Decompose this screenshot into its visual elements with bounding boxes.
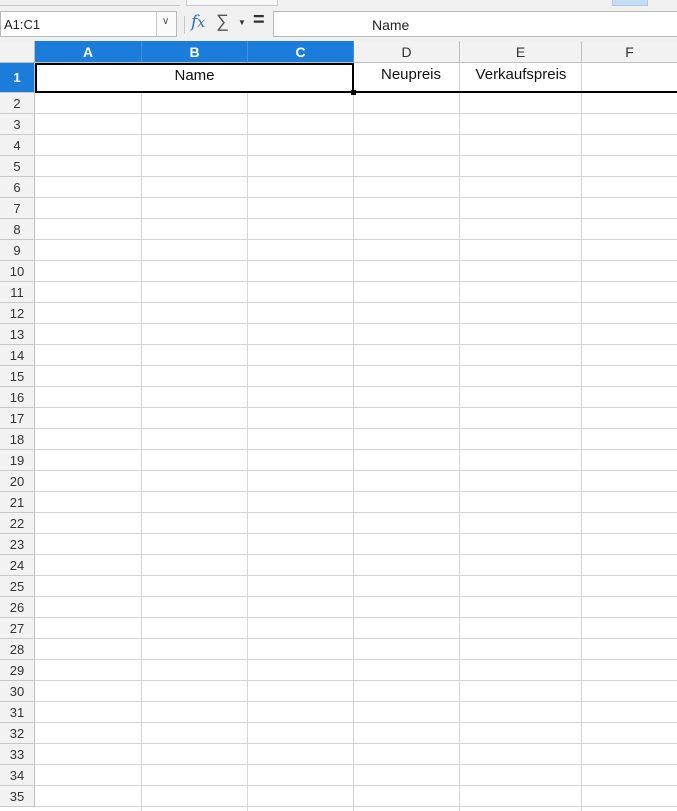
row-header-6[interactable]: 6 bbox=[0, 177, 35, 198]
row-header-30[interactable]: 30 bbox=[0, 681, 35, 702]
sum-dropdown-icon[interactable]: ▼ bbox=[238, 18, 246, 27]
row-header-25[interactable]: 25 bbox=[0, 576, 35, 597]
cell-a1-value: Name bbox=[174, 67, 215, 84]
row-header-33[interactable]: 33 bbox=[0, 744, 35, 765]
row-header-29[interactable]: 29 bbox=[0, 660, 35, 681]
row1-bottom-border bbox=[354, 91, 677, 93]
row-header-3[interactable]: 3 bbox=[0, 114, 35, 135]
column-header-a[interactable]: A bbox=[35, 41, 142, 63]
toolbar-remnant-mid bbox=[186, 0, 278, 6]
column-gridline bbox=[141, 63, 142, 811]
row-header-8[interactable]: 8 bbox=[0, 219, 35, 240]
formula-bar-separator bbox=[184, 16, 185, 34]
column-gridline bbox=[459, 63, 460, 811]
cell-a1-c1-merged[interactable]: Name bbox=[35, 63, 354, 93]
spreadsheet-grid[interactable]: A B C D E F 1 2 3 4 5 6 7 8 9 10 11 12 13 14 15 16 17 18 1… bbox=[0, 41, 677, 811]
cell-d1[interactable]: Neupreis bbox=[354, 63, 468, 93]
row-header-12[interactable]: 12 bbox=[0, 303, 35, 324]
row-header-16[interactable]: 16 bbox=[0, 387, 35, 408]
row-header-13[interactable]: 13 bbox=[0, 324, 35, 345]
row-header-35[interactable]: 35 bbox=[0, 786, 35, 807]
column-gridline bbox=[581, 63, 582, 811]
cell-e1[interactable]: Verkaufspreis bbox=[460, 63, 582, 93]
row-header-21[interactable]: 21 bbox=[0, 492, 35, 513]
row-header-27[interactable]: 27 bbox=[0, 618, 35, 639]
row-header-20[interactable]: 20 bbox=[0, 471, 35, 492]
column-gridline bbox=[247, 63, 248, 811]
formula-bar: A1:C1 ∨ fx ∑ ▼ = Name bbox=[0, 8, 677, 42]
row-header-17[interactable]: 17 bbox=[0, 408, 35, 429]
row-header-14[interactable]: 14 bbox=[0, 345, 35, 366]
formula-equals-button[interactable]: = bbox=[253, 9, 265, 32]
toolbar-remnant-active bbox=[612, 0, 648, 6]
row-header-31[interactable]: 31 bbox=[0, 702, 35, 723]
row-header-5[interactable]: 5 bbox=[0, 156, 35, 177]
row-header-26[interactable]: 26 bbox=[0, 597, 35, 618]
row-header-1[interactable]: 1 bbox=[0, 63, 35, 93]
column-header-d[interactable]: D bbox=[354, 41, 460, 63]
row-header-32[interactable]: 32 bbox=[0, 723, 35, 744]
column-header-b[interactable]: B bbox=[142, 41, 248, 63]
row-header-19[interactable]: 19 bbox=[0, 450, 35, 471]
toolbar-remnant-left bbox=[0, 0, 180, 6]
row-header-7[interactable]: 7 bbox=[0, 198, 35, 219]
row-header-22[interactable]: 22 bbox=[0, 513, 35, 534]
row-header-2[interactable]: 2 bbox=[0, 93, 35, 114]
row-header-9[interactable]: 9 bbox=[0, 240, 35, 261]
chevron-down-icon: ∨ bbox=[162, 16, 170, 27]
select-all-corner[interactable] bbox=[0, 41, 35, 63]
column-header-e[interactable]: E bbox=[460, 41, 582, 63]
row-header-28[interactable]: 28 bbox=[0, 639, 35, 660]
row-header-18[interactable]: 18 bbox=[0, 429, 35, 450]
row-header-10[interactable]: 10 bbox=[0, 261, 35, 282]
row-header-11[interactable]: 11 bbox=[0, 282, 35, 303]
column-header-c[interactable]: C bbox=[248, 41, 354, 63]
function-wizard-icon[interactable]: fx bbox=[191, 12, 205, 32]
formula-input[interactable]: Name bbox=[273, 11, 677, 37]
name-box-dropdown-button[interactable]: ∨ bbox=[156, 12, 176, 36]
row-header-34[interactable]: 34 bbox=[0, 765, 35, 786]
column-gridline bbox=[353, 63, 354, 811]
name-box-value: A1:C1 bbox=[4, 17, 41, 32]
row-header-24[interactable]: 24 bbox=[0, 555, 35, 576]
row-header-15[interactable]: 15 bbox=[0, 366, 35, 387]
formula-input-value: Name bbox=[372, 17, 410, 33]
toolbar-remnant bbox=[0, 0, 677, 8]
column-header-f[interactable]: F bbox=[582, 41, 677, 63]
row-header-23[interactable]: 23 bbox=[0, 534, 35, 555]
sigma-icon[interactable]: ∑ bbox=[216, 11, 229, 32]
row-header-4[interactable]: 4 bbox=[0, 135, 35, 156]
name-box[interactable]: A1:C1 ∨ bbox=[0, 11, 177, 37]
